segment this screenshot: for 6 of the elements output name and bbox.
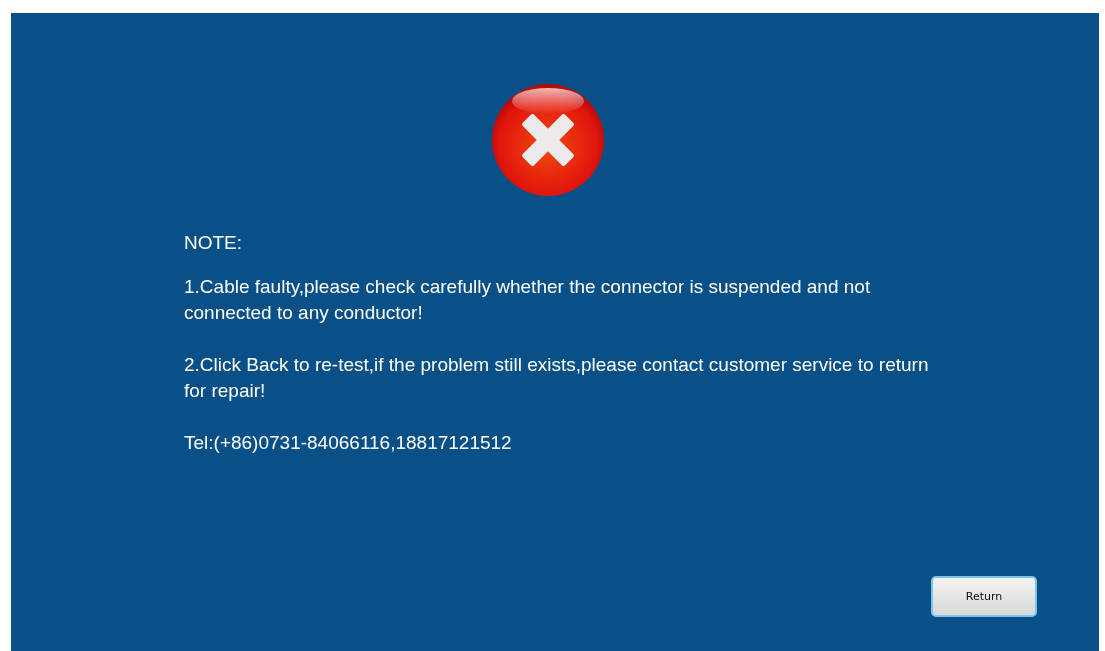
note-text: 1.Cable faulty,please check carefully whether the connector is suspended and not connected to any conductor! — [184, 275, 872, 325]
note-heading: NOTE: — [184, 231, 244, 255]
error-icon — [491, 83, 605, 197]
note-text: Tel:(+86)0731-84066116,18817121512 — [184, 431, 513, 455]
return-button[interactable]: Return — [931, 576, 1037, 617]
note-text: 2.Click Back to re-test,if the problem still exists,please contact customer service to return for repair! — [184, 353, 930, 403]
